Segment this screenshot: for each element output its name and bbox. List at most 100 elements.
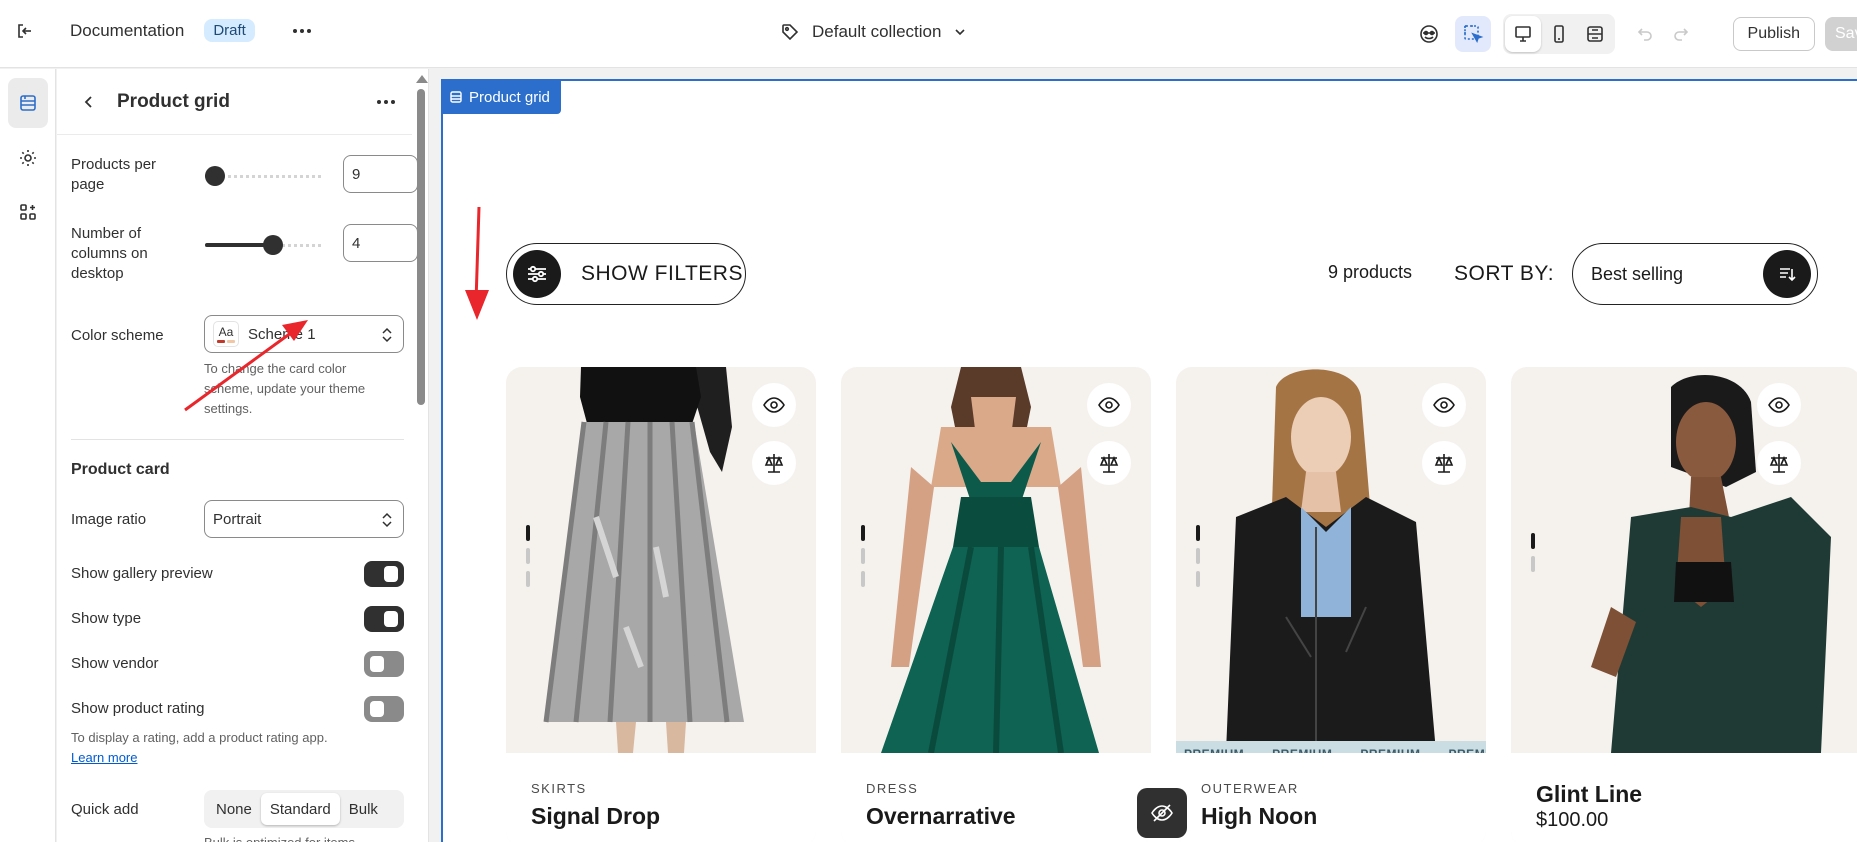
product-image[interactable] (1511, 367, 1857, 753)
show-filters-button[interactable]: SHOW FILTERS (506, 243, 746, 305)
compare-scale-icon[interactable] (1757, 441, 1801, 485)
scheme-swatch: Aa (213, 321, 239, 347)
status-badge: Draft (204, 19, 255, 42)
section-tag-label: Product grid (469, 88, 550, 106)
products-per-page-slider[interactable] (205, 166, 321, 186)
inspector-icon[interactable] (1454, 16, 1491, 52)
product-info: DRESS Overnarrative (841, 753, 1151, 842)
slider-handle[interactable] (262, 235, 283, 255)
product-name[interactable]: High Noon (1201, 803, 1317, 830)
product-info: Glint Line $100.00 (1511, 753, 1857, 842)
product-name[interactable]: Glint Line (1536, 781, 1642, 808)
product-card[interactable]: PREMIUMPREMIUMPREMIUMPREMIUM OUTERWEAR H… (1176, 367, 1486, 842)
more-actions-icon[interactable] (289, 28, 315, 34)
divider (71, 439, 404, 440)
collection-selector[interactable]: Default collection (780, 22, 967, 42)
color-scheme-label: Color scheme (71, 327, 164, 344)
mobile-view-icon[interactable] (1541, 16, 1577, 52)
rating-hint: To display a rating, add a product ratin… (71, 730, 328, 745)
bulk-hint: Bulk is optimized for items (204, 833, 355, 842)
product-name[interactable]: Signal Drop (531, 803, 660, 830)
store-preview: SHOW FILTERS 9 products SORT BY: Best se… (441, 79, 1857, 842)
show-vendor-toggle[interactable] (364, 651, 404, 677)
quick-add-standard[interactable]: Standard (260, 793, 340, 825)
settings-panel: Product grid Products per page 9 Number … (57, 69, 429, 842)
panel-title: Product grid (117, 90, 230, 112)
product-type: DRESS (866, 781, 919, 796)
theme-settings-icon[interactable] (8, 134, 48, 182)
product-card[interactable]: SKIRTS Signal Drop (506, 367, 816, 842)
collection-label: Default collection (812, 22, 942, 41)
tag-icon (782, 24, 799, 41)
learn-more-link[interactable]: Learn more (71, 750, 137, 765)
compare-scale-icon[interactable] (1087, 441, 1131, 485)
image-ratio-select[interactable]: Portrait (204, 500, 404, 538)
show-vendor-label: Show vendor (71, 655, 159, 672)
product-info: SKIRTS Signal Drop (506, 753, 816, 842)
product-count: 9 products (1328, 262, 1413, 282)
slider-handle[interactable] (205, 166, 225, 186)
top-bar: Documentation Draft Default collection P… (0, 0, 1857, 68)
hide-preview-eye-icon[interactable] (1137, 788, 1187, 838)
exit-icon[interactable] (14, 20, 36, 42)
ai-assistant-icon[interactable] (1411, 16, 1447, 52)
publish-button[interactable]: Publish (1732, 17, 1815, 51)
image-ratio-value: Portrait (213, 510, 262, 528)
gallery-indicator (1531, 533, 1535, 579)
panel-header: Product grid (57, 69, 412, 135)
product-type: OUTERWEAR (1201, 781, 1299, 796)
show-product-rating-toggle[interactable] (364, 696, 404, 722)
quick-view-eye-icon[interactable] (1757, 383, 1801, 427)
fullscreen-view-icon[interactable] (1577, 16, 1613, 52)
quick-add-label: Quick add (71, 801, 139, 818)
section-tag[interactable]: Product grid (441, 80, 561, 114)
quick-view-eye-icon[interactable] (1087, 383, 1131, 427)
gallery-indicator (1196, 525, 1200, 594)
product-card[interactable]: DRESS Overnarrative (841, 367, 1151, 842)
quick-add-bulk[interactable]: Bulk (340, 793, 387, 825)
quick-add-none[interactable]: None (207, 793, 261, 825)
sort-value: Best selling (1591, 263, 1684, 284)
gallery-indicator (526, 525, 530, 594)
back-arrow-icon[interactable] (75, 95, 103, 109)
color-scheme-select[interactable]: Aa Scheme 1 (204, 315, 404, 353)
panel-scrollbar[interactable] (412, 69, 428, 842)
sort-select[interactable]: Best selling (1572, 243, 1818, 305)
columns-label: Number of columns on desktop (71, 225, 148, 282)
products-per-page-input[interactable]: 9 (343, 155, 418, 193)
product-price: $100.00 (1536, 809, 1609, 831)
image-ratio-label: Image ratio (71, 511, 147, 528)
compare-scale-icon[interactable] (752, 441, 796, 485)
apps-icon[interactable] (8, 188, 48, 236)
product-name[interactable]: Overnarrative (866, 803, 1016, 830)
undo-icon[interactable] (1627, 16, 1663, 52)
columns-slider[interactable] (205, 235, 321, 255)
quick-add-segmented: None Standard Bulk (204, 790, 404, 828)
select-chevron-icon (382, 327, 392, 343)
chevron-down-icon (955, 29, 966, 36)
show-type-toggle[interactable] (364, 606, 404, 632)
gallery-indicator (861, 525, 865, 594)
show-product-rating-label: Show product rating (71, 700, 205, 717)
compare-scale-icon[interactable] (1422, 441, 1466, 485)
product-card[interactable]: Glint Line $100.00 (1511, 367, 1857, 842)
redo-icon[interactable] (1663, 16, 1699, 52)
show-filters-label: SHOW FILTERS (581, 262, 743, 285)
show-type-label: Show type (71, 610, 142, 627)
desktop-view-icon[interactable] (1504, 16, 1541, 52)
columns-input[interactable]: 4 (343, 224, 418, 262)
quick-view-eye-icon[interactable] (1422, 383, 1466, 427)
color-scheme-value: Scheme 1 (248, 325, 316, 343)
filter-icon (513, 250, 561, 298)
show-gallery-preview-toggle[interactable] (364, 561, 404, 587)
section-icon (450, 91, 462, 103)
products-per-page-label: Products per page (71, 156, 157, 193)
sections-icon[interactable] (8, 78, 48, 128)
quick-view-eye-icon[interactable] (752, 383, 796, 427)
left-rail (0, 69, 56, 842)
theme-name: Documentation (70, 20, 185, 40)
save-button[interactable]: Save (1825, 17, 1857, 51)
sort-icon (1763, 250, 1811, 298)
panel-more-icon[interactable] (374, 99, 398, 105)
sort-by-label: SORT BY: (1454, 262, 1555, 285)
